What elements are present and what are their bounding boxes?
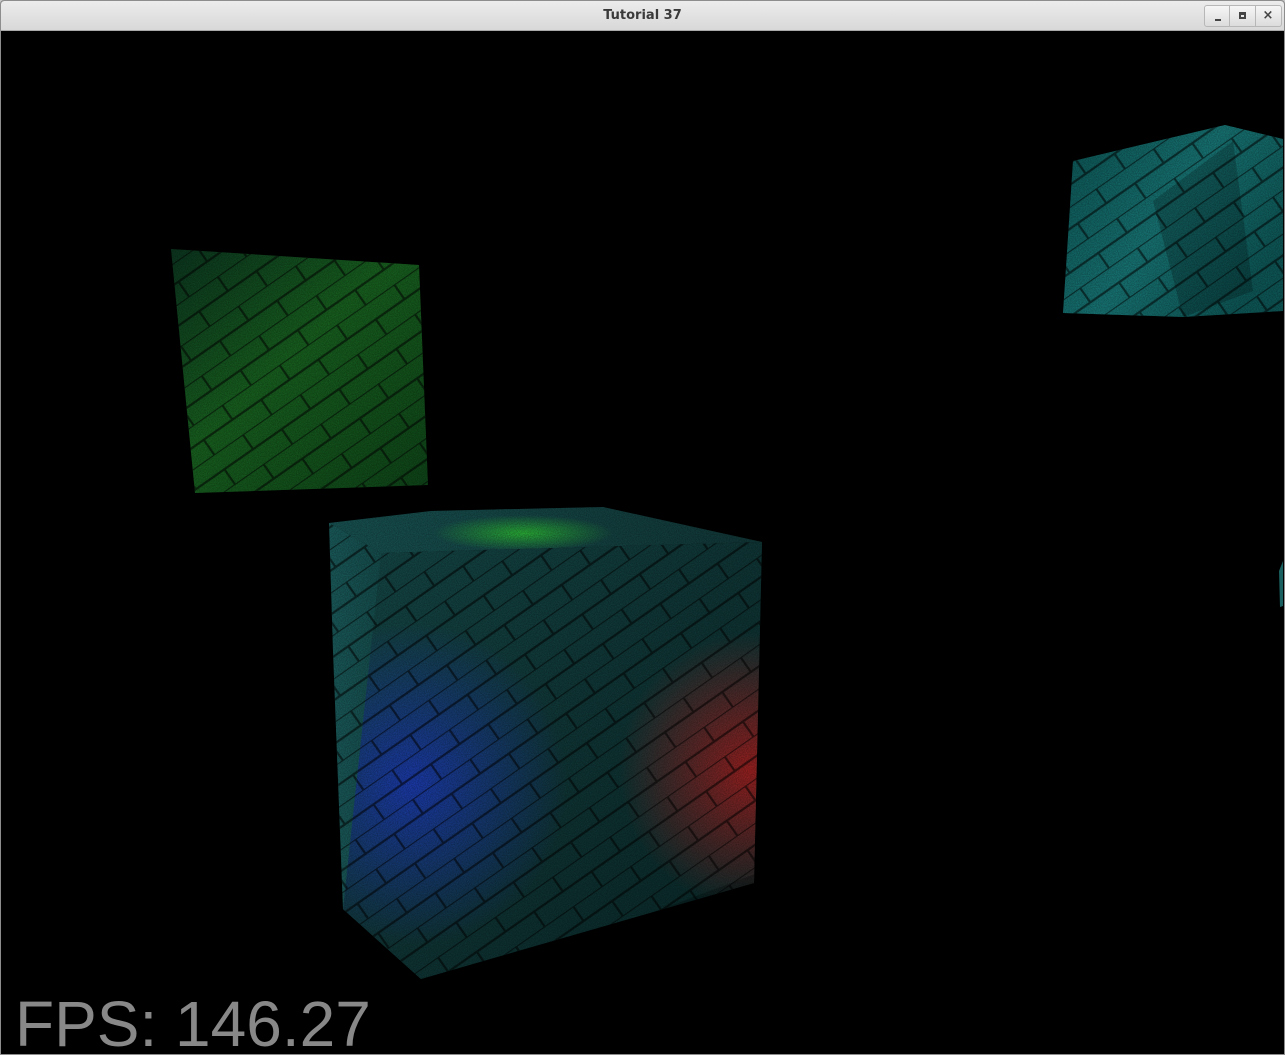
close-button[interactable]: × — [1256, 5, 1282, 27]
maximize-button[interactable] — [1230, 5, 1256, 27]
close-icon: × — [1262, 8, 1274, 23]
main-cube — [329, 507, 762, 979]
offscreen-cube-edge — [1279, 561, 1283, 607]
window-title: Tutorial 37 — [603, 8, 682, 23]
title-bar[interactable]: Tutorial 37 × — [1, 1, 1284, 31]
3d-scene — [171, 125, 1283, 979]
minimize-icon — [1215, 19, 1221, 21]
green-cube — [171, 249, 428, 493]
minimize-button[interactable] — [1204, 5, 1230, 27]
maximize-icon — [1239, 12, 1246, 19]
fps-counter: FPS: 146.27 — [15, 988, 371, 1053]
render-viewport[interactable]: FPS: 146.27 — [3, 31, 1283, 1053]
app-window: Tutorial 37 × FPS: 146.27 — [0, 0, 1285, 1055]
teal-cube — [1063, 125, 1283, 317]
window-controls: × — [1204, 5, 1282, 27]
